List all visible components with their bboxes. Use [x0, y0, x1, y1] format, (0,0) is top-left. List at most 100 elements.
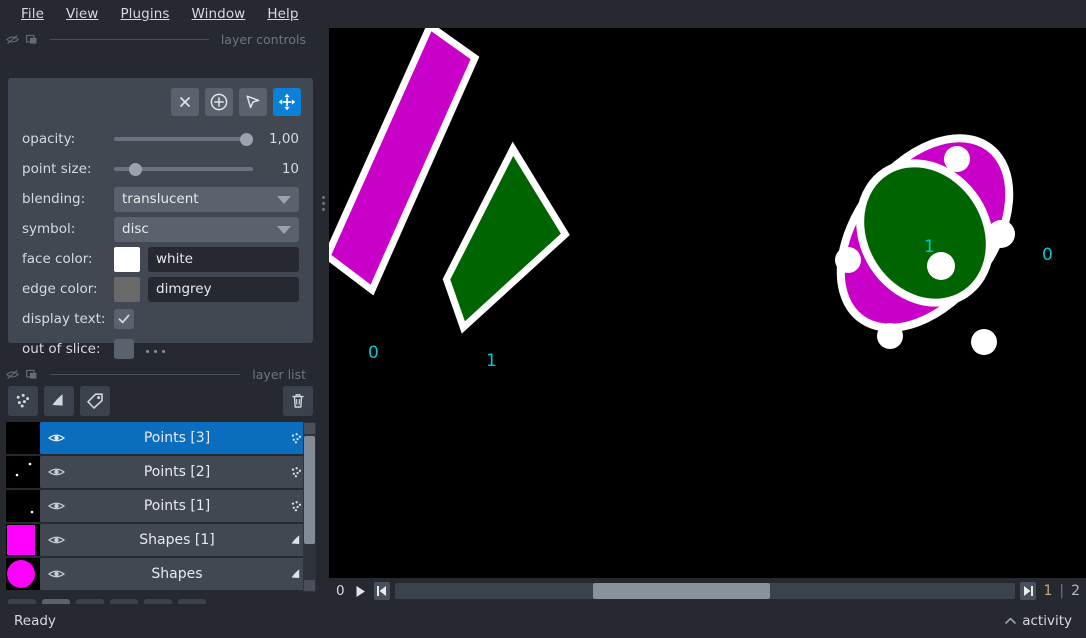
- display-text-label: display text:: [22, 311, 106, 327]
- pan-zoom-button[interactable]: [273, 88, 301, 116]
- layer-row[interactable]: Points [2]: [6, 456, 314, 488]
- cursor-arrow-icon: [246, 95, 260, 109]
- symbol-value: disc: [122, 221, 149, 237]
- layer-row[interactable]: Shapes [1]: [6, 524, 314, 556]
- trash-icon: [292, 394, 304, 408]
- menu-view-label: View: [66, 6, 99, 22]
- points-icon: [291, 500, 301, 511]
- point-size-row: point size: 10: [22, 156, 299, 182]
- visibility-toggle[interactable]: [48, 500, 68, 512]
- layer-name: Points [3]: [143, 430, 211, 446]
- points-properties-form: opacity: 1,00 point size: 10 blending: t…: [8, 116, 313, 362]
- blending-select[interactable]: translucent: [114, 186, 299, 212]
- opacity-handle[interactable]: [240, 133, 253, 146]
- opacity-slider[interactable]: [114, 129, 253, 149]
- menu-plugins[interactable]: Plugins: [109, 3, 180, 25]
- layer-thumbnail: [6, 524, 40, 556]
- visibility-toggle[interactable]: [48, 534, 68, 546]
- shape-label: 1: [486, 351, 497, 371]
- layer-list-scrollbar[interactable]: [303, 422, 316, 592]
- edge-color-input[interactable]: dimgrey: [148, 276, 299, 302]
- point-marker[interactable]: [944, 146, 970, 172]
- scrollbar-thumb[interactable]: [304, 436, 315, 544]
- float-icon[interactable]: [6, 33, 19, 46]
- status-message: Ready: [14, 613, 56, 629]
- new-labels-layer-button[interactable]: [80, 386, 110, 416]
- menu-plugins-label: Plugins: [120, 6, 170, 22]
- jump-last-button[interactable]: [1020, 582, 1037, 600]
- thumbnail-shapes: [6, 558, 40, 590]
- menu-view[interactable]: View: [55, 3, 109, 25]
- point-marker[interactable]: [877, 323, 903, 349]
- dims-axis-label: 0: [336, 583, 345, 599]
- dims-slider[interactable]: [394, 583, 1016, 599]
- visibility-toggle[interactable]: [48, 432, 68, 444]
- menu-help[interactable]: Help: [256, 3, 309, 25]
- visibility-toggle[interactable]: [48, 466, 68, 478]
- napari-viewer-window: File View Plugins Window Help layer cont…: [0, 0, 1086, 638]
- play-button[interactable]: [353, 582, 369, 600]
- point-size-handle[interactable]: [129, 163, 143, 176]
- layer-thumbnail: [6, 490, 40, 522]
- menu-file-label: File: [21, 6, 44, 22]
- panel-resize-grip[interactable]: [322, 196, 325, 211]
- point-marker[interactable]: [987, 220, 1015, 248]
- layer-list-title: layer list: [252, 366, 306, 382]
- face-color-swatch[interactable]: [114, 246, 140, 272]
- point-marker[interactable]: [971, 329, 997, 355]
- new-points-layer-button[interactable]: [8, 386, 38, 416]
- labels-icon: [87, 393, 103, 409]
- float-icon[interactable]: [6, 368, 19, 381]
- out-of-slice-label: out of slice:: [22, 341, 101, 357]
- dims-slider-thumb[interactable]: [593, 583, 771, 599]
- layer-row[interactable]: Points [1]: [6, 490, 314, 522]
- shapes-icon: [291, 534, 299, 544]
- layer-row[interactable]: Shapes: [6, 558, 314, 590]
- layer-controls-panel: opacity: 1,00 point size: 10 blending: t…: [8, 78, 325, 359]
- activity-button[interactable]: activity: [1005, 613, 1072, 629]
- layer-controls-dock-header: layer controls: [0, 28, 320, 50]
- add-points-button[interactable]: [205, 88, 233, 116]
- point-marker[interactable]: [835, 247, 861, 273]
- layer-name: Shapes [1]: [139, 532, 215, 548]
- layer-list-dock-header: layer list: [0, 363, 320, 385]
- delete-selected-points-button[interactable]: [171, 88, 199, 116]
- thumbnail-points: [6, 490, 40, 522]
- play-icon: [356, 585, 366, 597]
- eye-icon: [48, 536, 65, 544]
- layer-name: Points [1]: [143, 498, 211, 514]
- points-icon: [291, 432, 301, 443]
- layer-row[interactable]: Points [3]: [6, 422, 314, 454]
- face-color-input[interactable]: white: [148, 246, 299, 272]
- scroll-down-arrow[interactable]: [304, 580, 315, 591]
- point-size-slider[interactable]: [114, 159, 253, 179]
- symbol-select[interactable]: disc: [114, 216, 299, 242]
- edge-color-swatch[interactable]: [114, 276, 140, 302]
- eye-icon: [48, 434, 65, 442]
- layer-list[interactable]: Points [3] Points [2] Points [1] Shapes …: [6, 422, 316, 592]
- layer-thumbnail: [6, 456, 40, 488]
- jump-first-button[interactable]: [373, 582, 390, 600]
- menu-window[interactable]: Window: [181, 3, 257, 25]
- delete-layer-button[interactable]: [283, 386, 313, 416]
- select-points-button[interactable]: [239, 88, 267, 116]
- points-icon: [16, 393, 30, 408]
- shape-label: 0: [1042, 245, 1053, 265]
- add-circle-icon: [210, 93, 228, 111]
- eye-icon: [48, 468, 65, 476]
- dock-rule: [50, 38, 209, 40]
- point-size-label: point size:: [22, 161, 92, 177]
- display-text-checkbox[interactable]: [114, 309, 134, 329]
- point-size-value: 10: [281, 161, 299, 177]
- symbol-row: symbol: disc: [22, 216, 299, 242]
- viewer-canvas[interactable]: 0 1 1 0: [329, 28, 1086, 578]
- new-shapes-layer-button[interactable]: [44, 386, 74, 416]
- out-of-slice-checkbox[interactable]: [114, 339, 134, 359]
- visibility-toggle[interactable]: [48, 568, 68, 580]
- dock-splitter-handle[interactable]: [146, 350, 165, 353]
- opacity-label: opacity:: [22, 131, 76, 147]
- menu-file[interactable]: File: [10, 3, 55, 25]
- scroll-up-arrow[interactable]: [304, 423, 315, 434]
- undock-icon[interactable]: [25, 368, 38, 381]
- undock-icon[interactable]: [25, 33, 38, 46]
